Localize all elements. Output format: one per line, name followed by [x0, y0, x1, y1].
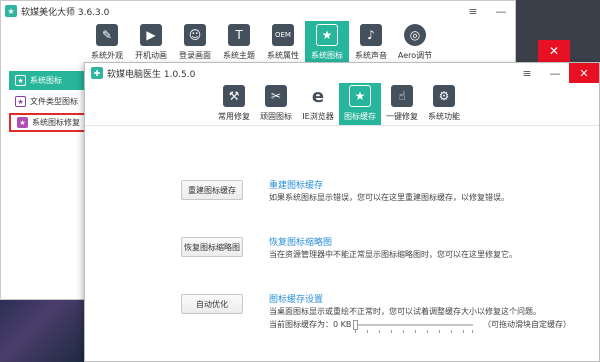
sidebar-item-label: 系统图标修复 [32, 118, 80, 127]
nav-system-appearance[interactable]: ✎ 系统外观 [85, 21, 129, 65]
window-controls: ≡ — [459, 1, 515, 21]
nav-label: 系统外观 [91, 51, 123, 60]
row-description: 如果系统图标显示错误，您可以在这里重建图标缓存，以修复错误。 [269, 193, 509, 202]
rebuild-cache-button[interactable]: 重建图标缓存 [181, 180, 243, 200]
pc-doctor-window: ✚ 软媒电脑医生 1.0.5.0 ≡ — ✕ ⚒ 常用修复 ✂ 顽固图标 e I… [84, 62, 600, 362]
play-icon: ▶ [140, 24, 162, 46]
sidebar-item-icon-repair[interactable]: ★ 系统图标修复 [9, 113, 87, 132]
nav-system-sound[interactable]: ♪ 系统声音 [349, 21, 393, 65]
nav-boot-animation[interactable]: ▶ 开机动画 [129, 21, 173, 65]
tshirt-icon: T [228, 24, 250, 46]
row-title: 图标缓存设置 [269, 295, 324, 305]
tab-label: 常用修复 [218, 112, 250, 121]
nav-label: 系统声音 [355, 51, 387, 60]
row-title: 重建图标缓存 [269, 181, 324, 191]
nav-system-properties[interactable]: OEM 系统属性 [261, 21, 305, 65]
slider-hint: （可拖动滑块自定缓存） [483, 320, 571, 329]
sidebar: ★ 系统图标 ★ 文件类型图标 ★ 系统图标修复 [9, 71, 87, 134]
app-icon: ✚ [91, 67, 103, 79]
hand-click-icon: ☝ [391, 85, 413, 107]
menu-icon[interactable]: ≡ [459, 1, 487, 21]
sidebar-item-file-type-icons[interactable]: ★ 文件类型图标 [9, 92, 87, 111]
nav-label: 系统图标 [311, 51, 343, 60]
speaker-icon: ♪ [360, 24, 382, 46]
tab-system-functions[interactable]: ⚙ 系统功能 [423, 83, 465, 125]
nav-system-icons[interactable]: ★ 系统图标 [305, 21, 349, 65]
desktop-background [0, 300, 86, 362]
sidebar-item-label: 系统图标 [30, 76, 62, 85]
ie-icon: e [311, 85, 325, 107]
tab-stubborn-icons[interactable]: ✂ 顽固图标 [255, 83, 297, 125]
nav-login-screen[interactable]: ☺ 登录画面 [173, 21, 217, 65]
tab-label: IE浏览器 [302, 112, 334, 121]
nav-system-theme[interactable]: T 系统主题 [217, 21, 261, 65]
row-description: 当在资源管理器中不能正常显示图标缩略图时，您可以在这里修复它。 [269, 250, 517, 259]
nav-label: 开机动画 [135, 51, 167, 60]
sidebar-item-label: 文件类型图标 [30, 97, 78, 106]
window-controls: ≡ — ✕ [513, 63, 599, 83]
tab-label: 顽固图标 [260, 112, 292, 121]
user-icon: ☺ [184, 24, 206, 46]
tools-icon: ✂ [265, 85, 287, 107]
tab-label: 图标缓存 [344, 112, 376, 121]
nav-label: 系统主题 [223, 51, 255, 60]
star-icon: ★ [15, 75, 26, 86]
main-nav: ✎ 系统外观 ▶ 开机动画 ☺ 登录画面 T 系统主题 OEM 系统属性 ★ 系… [85, 21, 437, 65]
tab-common-repair[interactable]: ⚒ 常用修复 [213, 83, 255, 125]
star-icon: ★ [316, 24, 338, 46]
oem-icon: OEM [272, 24, 294, 46]
tab-ie-browser[interactable]: e IE浏览器 [297, 83, 339, 125]
tab-icon-cache[interactable]: ★ 图标缓存 [339, 83, 381, 125]
minimize-icon[interactable]: — [541, 63, 569, 83]
brush-icon: ✎ [96, 24, 118, 46]
window-title: 软媒电脑医生 1.0.5.0 [107, 69, 196, 80]
slider-thumb[interactable] [353, 320, 358, 330]
nav-label: Aero调节 [397, 51, 433, 60]
slider-ticks [355, 330, 473, 333]
sidebar-item-system-icons[interactable]: ★ 系统图标 [9, 71, 87, 90]
title-bar: ★ 软媒美化大师 3.6.3.0 [1, 1, 515, 21]
star-icon: ★ [17, 117, 28, 128]
cache-size-slider[interactable] [353, 320, 473, 330]
app-icon: ★ [5, 5, 17, 17]
tab-label: 系统功能 [428, 112, 460, 121]
gears-icon: ⚙ [433, 85, 455, 107]
icon-cache-panel: 重建图标缓存 重建图标缓存 如果系统图标显示错误，您可以在这里重建图标缓存，以修… [85, 125, 599, 361]
auto-optimize-button[interactable]: 自动优化 [181, 294, 243, 314]
nav-label: 系统属性 [267, 51, 299, 60]
window-title: 软媒美化大师 3.6.3.0 [21, 7, 110, 18]
file-star-icon: ★ [15, 96, 26, 107]
row-title: 恢复图标缩略图 [269, 238, 333, 248]
nav-label: 登录画面 [179, 51, 211, 60]
restore-thumbnails-button[interactable]: 恢复图标缩略图 [181, 237, 243, 257]
repair-icon: ⚒ [223, 85, 245, 107]
close-icon[interactable]: ✕ [569, 63, 599, 83]
tab-label: 一键修复 [386, 112, 418, 121]
menu-icon[interactable]: ≡ [513, 63, 541, 83]
aero-icon: ◎ [404, 24, 426, 46]
star-icon: ★ [349, 85, 371, 107]
close-icon[interactable]: ✕ [538, 40, 570, 62]
tab-one-click-repair[interactable]: ☝ 一键修复 [381, 83, 423, 125]
nav-aero[interactable]: ◎ Aero调节 [393, 21, 437, 65]
tool-tabs: ⚒ 常用修复 ✂ 顽固图标 e IE浏览器 ★ 图标缓存 ☝ 一键修复 ⚙ 系统… [213, 83, 465, 125]
row-description: 当桌面图标显示或重绘不正常时，您可以试着调整缓存大小以修复这个问题。 [269, 307, 541, 316]
minimize-icon[interactable]: — [487, 1, 515, 21]
cache-size-label: 当前图标缓存为：0 KB [269, 320, 352, 329]
